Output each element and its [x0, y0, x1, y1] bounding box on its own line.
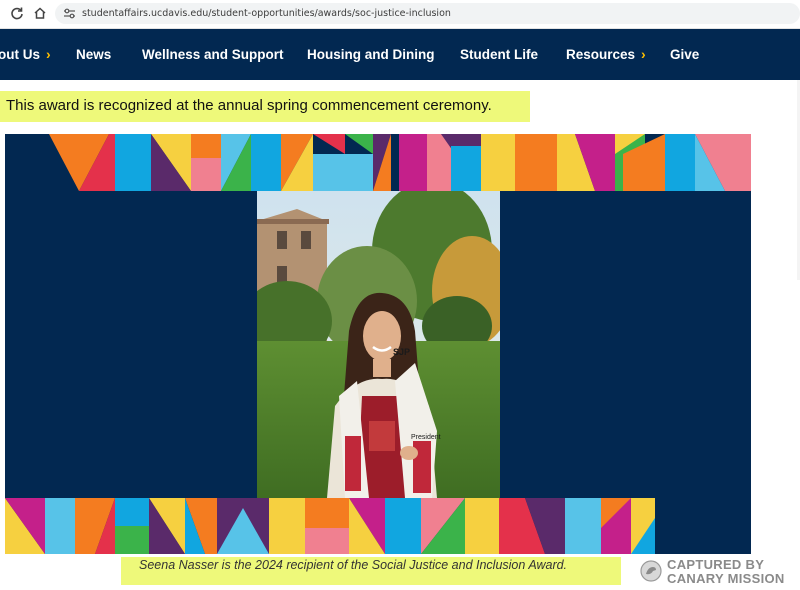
nav-item-label: News — [76, 47, 112, 62]
watermark-line-2: CANARY MISSION — [667, 571, 785, 586]
canary-logo-icon — [640, 560, 662, 582]
geometric-banner-bottom — [5, 498, 751, 554]
caption-text: Seena Nasser is the 2024 recipient of th… — [139, 558, 568, 572]
nav-item-housing[interactable]: Housing and Dining — [307, 29, 435, 80]
address-bar[interactable]: studentaffairs.ucdavis.edu/student-oppor… — [55, 3, 800, 24]
nav-item-label: Student Life — [460, 47, 538, 62]
nav-item-news[interactable]: News — [76, 29, 111, 80]
nav-item-label: Give — [670, 47, 700, 62]
nav-item-label: Resources — [566, 47, 636, 62]
intro-text: This award is recognized at the annual s… — [6, 97, 492, 114]
chevron-right-icon: › — [641, 46, 646, 62]
nav-item-student-life[interactable]: Student Life — [460, 29, 538, 80]
nav-item-label: out Us — [0, 47, 40, 62]
canary-mission-watermark: CAPTURED BY CANARY MISSION — [640, 557, 800, 587]
home-icon[interactable] — [32, 6, 48, 22]
award-image: SJP President — [5, 134, 751, 554]
nav-item-give[interactable]: Give — [670, 29, 699, 80]
geometric-banner-top — [5, 134, 751, 191]
intro-highlight: This award is recognized at the annual s… — [0, 91, 530, 122]
reload-icon[interactable] — [9, 6, 25, 22]
nav-item-about-us[interactable]: out Us › — [0, 29, 51, 80]
main-nav: out Us › News Wellness and Support Housin… — [0, 29, 800, 80]
nav-item-label: Housing and Dining — [307, 47, 435, 62]
tune-icon[interactable] — [63, 7, 76, 20]
url-text[interactable]: studentaffairs.ucdavis.edu/student-oppor… — [82, 6, 451, 21]
stole-sjp-text: SJP — [393, 347, 410, 357]
chevron-right-icon: › — [46, 46, 51, 62]
recipient-photo: SJP President — [257, 191, 500, 498]
watermark-line-1: CAPTURED BY — [667, 557, 765, 572]
browser-toolbar: studentaffairs.ucdavis.edu/student-oppor… — [0, 0, 800, 29]
stole-president-text: President — [411, 434, 441, 441]
nav-item-label: Wellness and Support — [142, 47, 284, 62]
nav-item-resources[interactable]: Resources › — [566, 29, 646, 80]
nav-item-wellness[interactable]: Wellness and Support — [142, 29, 284, 80]
caption-highlight: Seena Nasser is the 2024 recipient of th… — [121, 557, 621, 585]
